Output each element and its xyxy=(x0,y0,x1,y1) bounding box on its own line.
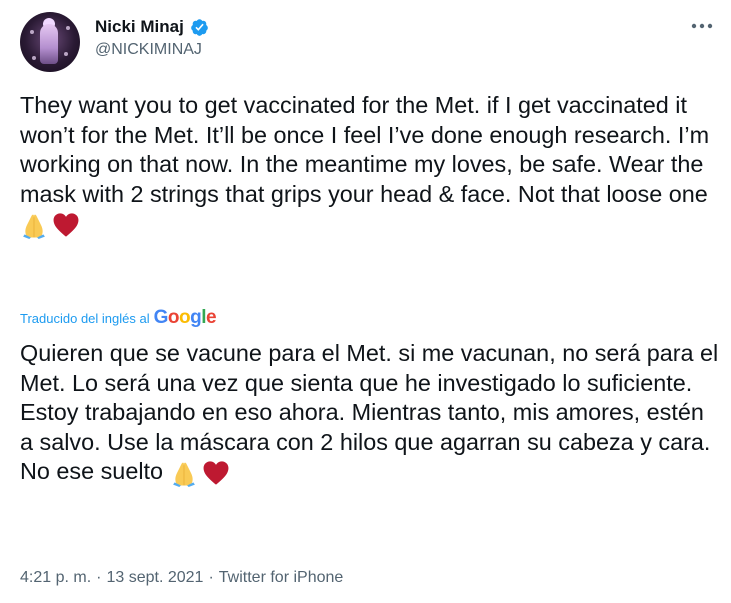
folded-hands-icon xyxy=(172,462,195,487)
tweet-emojis xyxy=(20,211,80,239)
meta-separator: · xyxy=(96,569,102,586)
tweet-body: They want you to get vaccinated for the … xyxy=(20,92,716,207)
folded-hands-icon xyxy=(23,214,45,239)
avatar-figure xyxy=(40,24,58,64)
translation-emojis xyxy=(170,459,230,487)
display-name[interactable]: Nicki Minaj xyxy=(95,17,184,37)
avatar-sparkle xyxy=(64,52,68,56)
avatar-sparkle xyxy=(66,26,70,30)
name-row: Nicki Minaj xyxy=(95,17,209,37)
translation-attribution[interactable]: Traducido del inglés al Google xyxy=(20,307,217,329)
verified-badge-icon xyxy=(190,18,208,36)
translation-body: Quieren que se vacune para el Met. si me… xyxy=(20,340,719,484)
user-info: Nicki Minaj @NICKIMINAJ xyxy=(95,17,209,59)
tweet-metadata: 4:21 p. m. · 13 sept. 2021 · Twitter for… xyxy=(20,569,343,587)
red-heart-icon xyxy=(53,213,79,237)
avatar-sparkle xyxy=(30,30,34,34)
red-heart-icon xyxy=(203,461,228,485)
avatar[interactable] xyxy=(20,12,80,72)
google-logo: Google xyxy=(153,307,217,328)
translation-label: Traducido del inglés al xyxy=(20,310,150,326)
tweet-card: Nicki Minaj @NICKIMINAJ They want you to… xyxy=(0,0,731,603)
meta-separator: · xyxy=(208,569,214,586)
avatar-sparkle xyxy=(32,56,36,60)
tweet-source[interactable]: Twitter for iPhone xyxy=(219,569,344,587)
tweet-time[interactable]: 4:21 p. m. xyxy=(20,569,91,587)
translation-text: Quieren que se vacune para el Met. si me… xyxy=(20,339,720,487)
more-options-button[interactable] xyxy=(687,14,717,38)
tweet-text: They want you to get vaccinated for the … xyxy=(20,91,720,239)
user-handle[interactable]: @NICKIMINAJ xyxy=(95,41,209,59)
tweet-date[interactable]: 13 sept. 2021 xyxy=(106,569,203,587)
more-options-icon xyxy=(691,23,713,29)
